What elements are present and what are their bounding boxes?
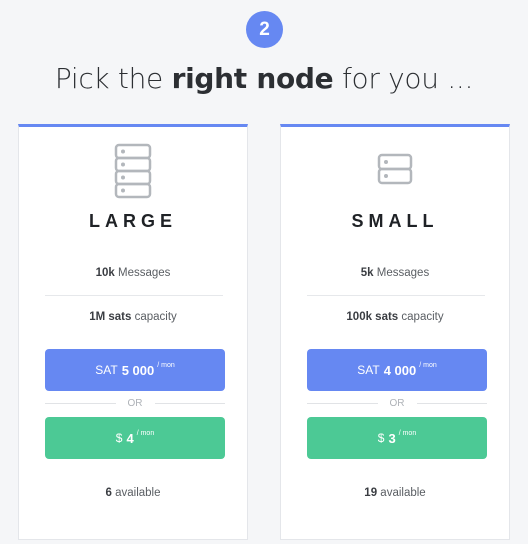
tier-name: SMALL [351, 211, 439, 231]
availability-text: 19 available [281, 487, 509, 499]
server-rack-small-icon [281, 153, 509, 185]
pay-usd-button-small[interactable]: $ 3 / mon [307, 417, 487, 459]
sat-currency-label: SAT [95, 363, 118, 377]
messages-label: Messages [117, 267, 171, 279]
or-separator: OR [307, 398, 487, 409]
per-month-label: / mon [398, 430, 417, 437]
title-suffix: for you ... [341, 62, 474, 95]
pay-usd-button-large[interactable]: $ 4 / mon [45, 417, 225, 459]
page-title: Pick the right node for you ... [0, 62, 528, 95]
feature-divider [307, 295, 485, 296]
messages-label: Messages [376, 267, 430, 279]
tier-name: LARGE [89, 211, 177, 231]
availability-text: 6 available [19, 487, 247, 499]
available-label: available [380, 487, 426, 499]
node-card-large: LARGE 10k Messages 1M sats capacity SAT … [18, 124, 248, 540]
available-label: available [115, 487, 161, 499]
sat-price: 5 000 [121, 362, 155, 378]
messages-feature: 5k Messages [281, 267, 509, 279]
usd-price: 4 [126, 430, 134, 446]
messages-value: 5k [360, 267, 374, 279]
step-number-badge: 2 [246, 11, 283, 48]
feature-divider [45, 295, 223, 296]
capacity-value: 100k sats [346, 311, 399, 323]
messages-feature: 10k Messages [19, 267, 247, 279]
or-label: OR [127, 398, 143, 409]
usd-currency-label: $ [377, 431, 385, 445]
capacity-label: capacity [134, 311, 177, 323]
sat-currency-label: SAT [357, 363, 380, 377]
per-month-label: / mon [136, 430, 155, 437]
title-emphasis: right node [171, 62, 334, 95]
or-label: OR [389, 398, 405, 409]
or-separator: OR [45, 398, 225, 409]
pay-sats-button-small[interactable]: SAT 4 000 / mon [307, 349, 487, 391]
title-prefix: Pick the [54, 62, 163, 95]
available-count: 19 [364, 487, 378, 499]
capacity-feature: 1M sats capacity [19, 311, 247, 323]
available-count: 6 [105, 487, 112, 499]
per-month-label: / mon [419, 362, 437, 369]
usd-price: 3 [388, 430, 396, 446]
server-rack-large-icon [19, 143, 247, 199]
node-card-small: SMALL 5k Messages 100k sats capacity SAT… [280, 124, 510, 540]
capacity-feature: 100k sats capacity [281, 311, 509, 323]
capacity-value: 1M sats [89, 311, 132, 323]
sat-price: 4 000 [383, 362, 417, 378]
usd-currency-label: $ [115, 431, 123, 445]
capacity-label: capacity [401, 311, 444, 323]
per-month-label: / mon [157, 362, 175, 369]
pay-sats-button-large[interactable]: SAT 5 000 / mon [45, 349, 225, 391]
messages-value: 10k [95, 267, 115, 279]
